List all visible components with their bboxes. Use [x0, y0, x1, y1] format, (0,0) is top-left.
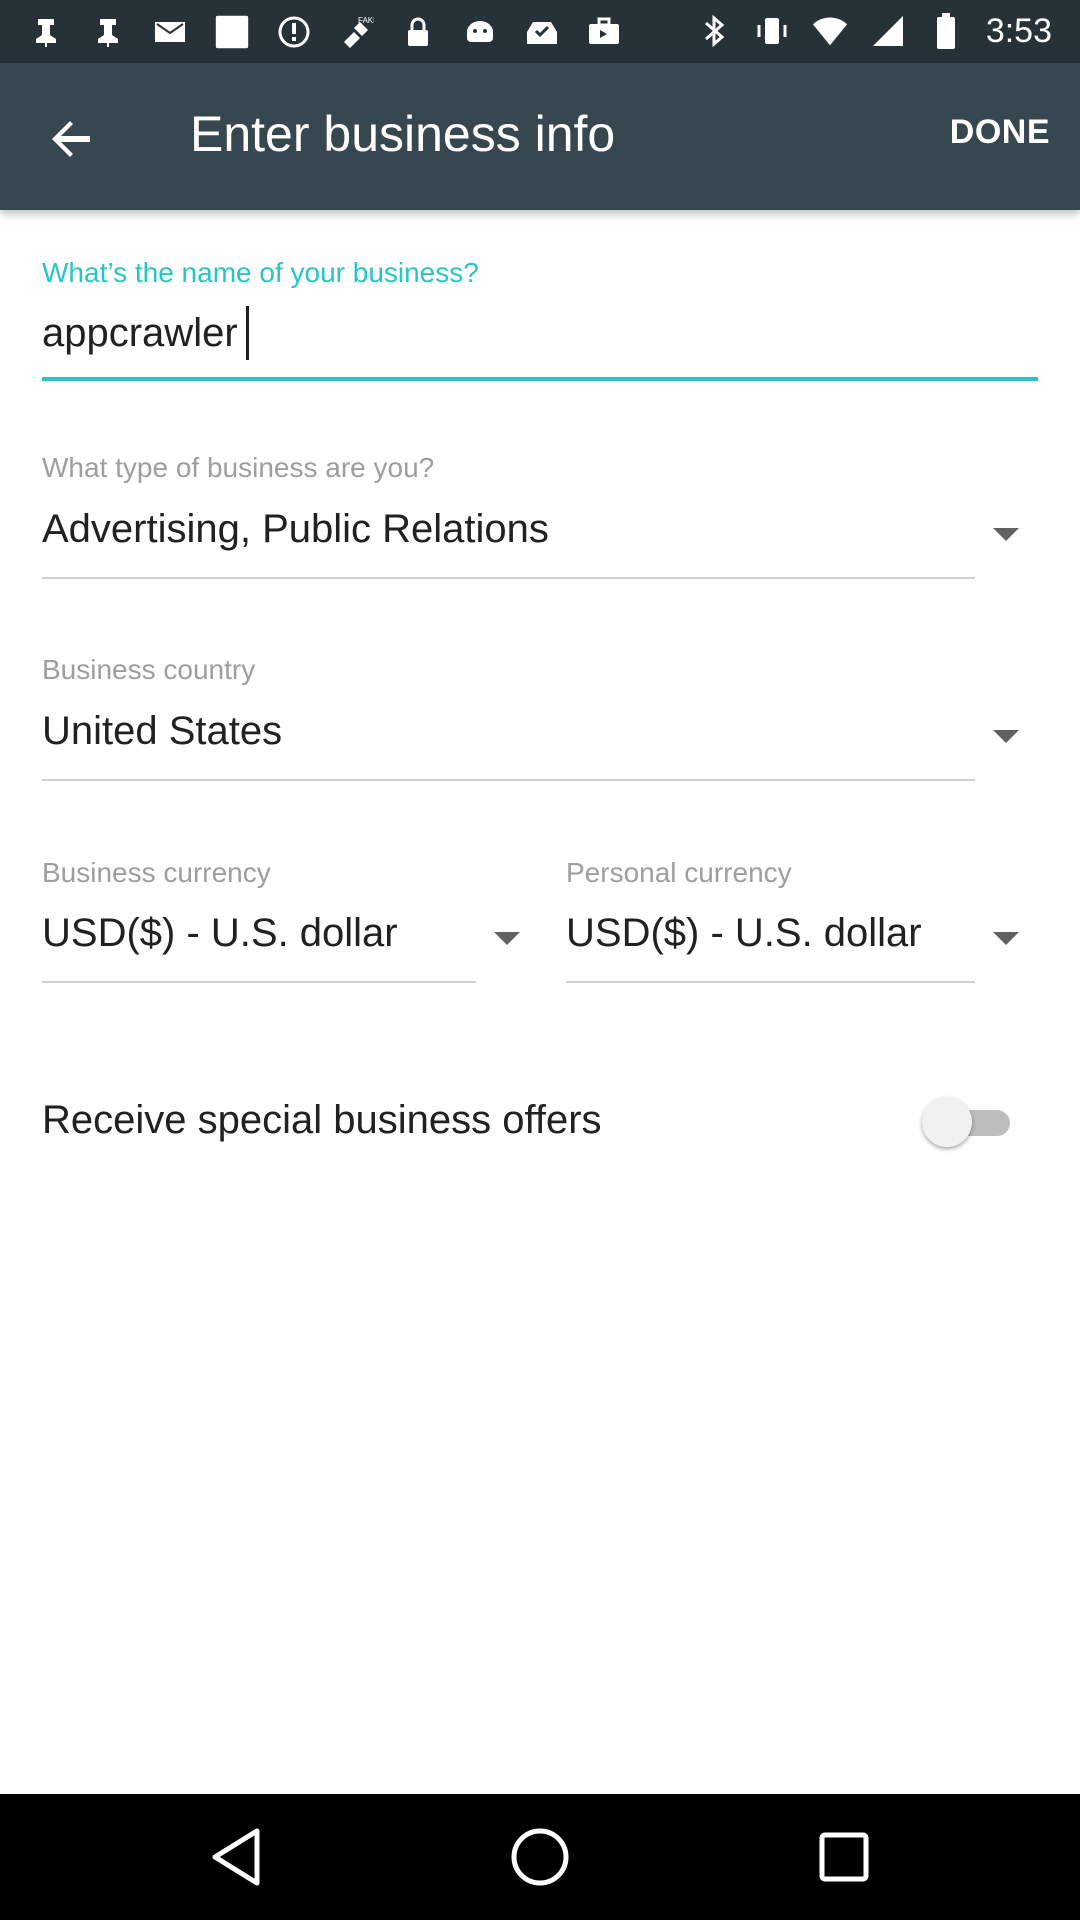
navigation-bar [0, 1794, 1080, 1920]
business-name-value: appcrawler [42, 311, 238, 355]
square-icon [214, 14, 250, 50]
home-nav-button[interactable] [503, 1820, 577, 1894]
signal-icon [870, 13, 906, 49]
chevron-down-icon [494, 932, 520, 945]
app-bar: Enter business info DONE [0, 63, 1080, 210]
clock: 3:53 [985, 11, 1052, 50]
chevron-down-icon [993, 932, 1019, 945]
back-nav-button[interactable] [200, 1820, 274, 1894]
vibrate-icon [754, 13, 790, 49]
wifi-icon [812, 13, 848, 49]
arrow-back-icon [52, 121, 90, 157]
briefcase-icon [586, 14, 622, 50]
chevron-down-icon [993, 528, 1019, 541]
info-icon [276, 14, 312, 50]
mail-icon [152, 14, 188, 50]
business-currency-underline [42, 981, 476, 983]
business-name-label: What’s the name of your business? [42, 257, 479, 288]
business-country-label: Business country [42, 654, 256, 685]
lock-icon [400, 14, 436, 50]
toggle-thumb [922, 1097, 972, 1147]
inbox-icon [524, 14, 560, 50]
page-title: Enter business info [190, 106, 616, 162]
status-icons-left: FAKE [28, 12, 648, 52]
circle-home-icon [511, 1828, 569, 1886]
business-country-value: United States [42, 709, 283, 753]
battery-icon [928, 13, 964, 49]
done-button[interactable]: DONE [950, 113, 1050, 152]
status-bar: FAKE 3:53 [0, 0, 1080, 63]
bluetooth-icon [696, 13, 732, 49]
business-currency-value: USD($) - U.S. dollar [42, 911, 398, 955]
personal-currency-value: USD($) - U.S. dollar [566, 911, 922, 955]
business-name-underline [42, 377, 1038, 381]
status-icons-right: 3:53 [696, 8, 1052, 54]
fake-gps-icon: FAKE [338, 14, 374, 50]
back-button[interactable] [36, 103, 108, 175]
svg-text:FAKE: FAKE [358, 16, 374, 25]
offers-toggle[interactable] [922, 1097, 1014, 1147]
business-country-underline [42, 779, 975, 781]
personal-currency-underline [566, 981, 975, 983]
business-type-underline [42, 577, 975, 579]
triangle-back-icon [212, 1828, 260, 1886]
square-recents-icon [819, 1832, 869, 1882]
business-type-value: Advertising, Public Relations [42, 507, 549, 551]
text-cursor [246, 306, 249, 360]
android-icon [462, 14, 498, 50]
notification-icon [28, 14, 64, 50]
personal-currency-label: Personal currency [566, 857, 792, 888]
chevron-down-icon [993, 730, 1019, 743]
notification-icon [90, 14, 126, 50]
offers-label: Receive special business offers [42, 1098, 602, 1142]
business-currency-label: Business currency [42, 857, 271, 888]
recents-nav-button[interactable] [807, 1820, 881, 1894]
business-type-label: What type of business are you? [42, 452, 435, 483]
